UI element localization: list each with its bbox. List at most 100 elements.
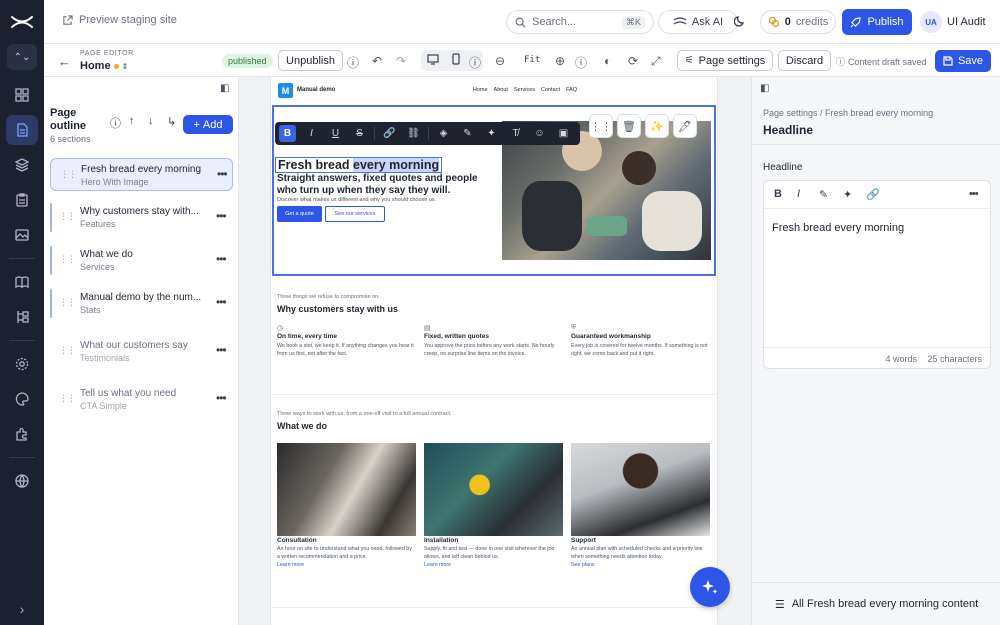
unlink-icon[interactable]: ⛓ xyxy=(405,125,422,142)
feature-item[interactable]: ▤ Fixed, written quotes You approve the … xyxy=(424,324,564,358)
drag-handle-icon[interactable]: ⋮⋮ xyxy=(59,254,76,265)
plugins-icon[interactable] xyxy=(6,419,38,449)
back-arrow-icon[interactable]: ← xyxy=(58,54,71,69)
ask-ai-button[interactable]: Ask AI xyxy=(658,10,738,34)
workspace-switcher-icon[interactable]: ⌃⌄ xyxy=(7,44,37,70)
italic-icon[interactable]: I xyxy=(797,188,800,200)
features-section[interactable]: Three things we refuse to compromise on.… xyxy=(277,294,398,314)
ai-assistant-button[interactable] xyxy=(690,567,730,607)
link-icon[interactable]: 🔗 xyxy=(381,125,398,142)
app-logo-icon[interactable] xyxy=(0,0,44,44)
more-options-icon[interactable]: ••• xyxy=(216,343,227,357)
zoom-out-icon[interactable]: ⊖ xyxy=(495,54,505,68)
underline-icon[interactable]: U xyxy=(327,125,344,142)
delete-block-icon[interactable]: 🗑 xyxy=(617,114,641,138)
sparkle-icon[interactable]: ✦ xyxy=(483,125,500,142)
move-up-icon[interactable]: ↑ xyxy=(129,115,135,127)
drag-handle-icon[interactable]: ⋮⋮ xyxy=(59,345,76,356)
globe-icon[interactable] xyxy=(6,466,38,496)
search-input[interactable]: Search... ⌘K xyxy=(506,10,654,34)
clear-format-icon[interactable]: T̸ xyxy=(507,125,524,142)
ai-magic-icon[interactable]: ✨ xyxy=(645,114,669,138)
service-link[interactable]: Learn more xyxy=(424,562,563,568)
highlight-icon[interactable]: ✎ xyxy=(819,188,828,201)
palette-icon[interactable] xyxy=(6,384,38,414)
service-card[interactable]: Support An annual plan with scheduled ch… xyxy=(571,443,710,568)
media-icon[interactable] xyxy=(6,220,38,250)
forms-icon[interactable] xyxy=(6,185,38,215)
site-name[interactable]: Manual demo xyxy=(297,87,335,93)
drag-handle-icon[interactable]: ⋮⋮ xyxy=(59,211,76,222)
link-icon[interactable]: 🔗 xyxy=(866,188,880,201)
headline-input[interactable]: Fresh bread every morning xyxy=(772,222,904,234)
outline-item-cta[interactable]: ⋮⋮ Tell us what you need CTA Simple ••• xyxy=(50,383,233,416)
pages-icon[interactable] xyxy=(6,115,38,145)
zoom-help-icon[interactable]: ⓘ xyxy=(575,54,587,71)
sparkle-icon[interactable]: ✦ xyxy=(843,188,852,201)
zoom-level[interactable]: Fit xyxy=(524,55,540,65)
unpublish-button[interactable]: Unpublish xyxy=(278,50,343,71)
site-nav-faq[interactable]: FAQ xyxy=(566,87,577,93)
undo-icon[interactable]: ↶ xyxy=(372,54,382,68)
move-down-icon[interactable]: ↓ xyxy=(148,115,154,127)
service-link[interactable]: Learn more xyxy=(277,562,416,568)
feature-item[interactable]: ◷ On time, every time We book a slot, we… xyxy=(277,324,417,358)
all-content-link[interactable]: ☰ All Fresh bread every morning content xyxy=(752,582,1000,625)
drag-handle-icon[interactable]: ⋮⋮ xyxy=(59,297,76,308)
collapse-inspector-icon[interactable]: ◧ xyxy=(760,83,769,94)
fullscreen-icon[interactable]: ⤢ xyxy=(651,54,661,69)
preview-staging-link[interactable]: Preview staging site xyxy=(62,14,177,26)
get-quote-button[interactable]: Get a quote xyxy=(277,206,322,222)
drag-handle-icon[interactable]: ⋮⋮ xyxy=(60,169,77,180)
more-options-icon[interactable]: ••• xyxy=(969,188,979,200)
service-link[interactable]: See plans xyxy=(571,562,710,568)
services-section[interactable]: Three ways to work with us, from a one-o… xyxy=(277,411,451,431)
outline-item-hero[interactable]: ⋮⋮ Fresh bread every morning Hero With I… xyxy=(50,158,233,191)
avatar[interactable]: UA xyxy=(920,11,942,33)
more-options-icon[interactable]: ••• xyxy=(216,252,227,266)
site-logo[interactable]: M xyxy=(278,83,293,98)
hero-subheadline[interactable]: Straight answers, fixed quotes and peopl… xyxy=(277,173,492,196)
service-card[interactable]: Installation Supply, fit and test — done… xyxy=(424,443,563,568)
drag-handle-icon[interactable]: ⋮⋮ xyxy=(59,393,76,404)
outline-help-icon[interactable]: ⓘ xyxy=(110,115,121,131)
bold-icon[interactable]: B xyxy=(279,125,296,142)
site-nav-contact[interactable]: Contact xyxy=(541,87,560,93)
desktop-view-icon[interactable] xyxy=(427,53,439,68)
edit-link-icon[interactable]: 🖊 xyxy=(673,114,697,138)
page-selector[interactable]: Home ⇕ xyxy=(80,60,128,72)
publish-button[interactable]: Publish xyxy=(842,9,912,35)
bold-icon[interactable]: B xyxy=(774,188,782,200)
structure-icon[interactable] xyxy=(6,302,38,332)
outline-item-testimonials[interactable]: ⋮⋮ What our customers say Testimonials •… xyxy=(50,335,233,368)
headline-editor[interactable]: B I ✎ ✦ 🔗 ••• Fresh bread every morning … xyxy=(763,180,991,369)
drag-block-icon[interactable]: ⋮⋮ xyxy=(589,114,613,138)
dark-mode-toggle-icon[interactable] xyxy=(733,15,746,30)
breadcrumb[interactable]: Page settings / Fresh bread every mornin… xyxy=(763,108,933,118)
settings-gear-icon[interactable] xyxy=(6,349,38,379)
strikethrough-icon[interactable]: S xyxy=(351,125,368,142)
refresh-icon[interactable]: ⟳ xyxy=(628,54,638,68)
save-button[interactable]: Save xyxy=(935,50,991,72)
highlight-icon[interactable]: ✎ xyxy=(459,125,476,142)
outline-item-features[interactable]: ⋮⋮ Why customers stay with... Features •… xyxy=(50,201,233,234)
theme-preview-icon[interactable]: ◐ xyxy=(604,54,611,68)
outline-item-stats[interactable]: ⋮⋮ Manual demo by the num... Stats ••• xyxy=(50,287,233,320)
see-services-button[interactable]: See our services xyxy=(325,206,385,222)
italic-icon[interactable]: I xyxy=(303,125,320,142)
site-nav-services[interactable]: Services xyxy=(514,87,535,93)
more-options-icon[interactable]: ••• xyxy=(216,209,227,223)
more-options-icon[interactable]: ••• xyxy=(216,391,227,405)
more-options-icon[interactable]: ••• xyxy=(217,167,228,181)
discard-button[interactable]: Discard xyxy=(778,50,831,71)
mobile-view-icon[interactable] xyxy=(450,53,462,68)
feature-item[interactable]: ⛨ Guaranteed workmanship Every job is co… xyxy=(571,324,711,358)
docs-icon[interactable] xyxy=(6,267,38,297)
credits-button[interactable]: 0 credits xyxy=(760,10,836,34)
zoom-in-icon[interactable]: ⊕ xyxy=(555,54,565,68)
site-nav-home[interactable]: Home xyxy=(473,87,488,93)
user-name[interactable]: UI Audit xyxy=(947,16,986,28)
site-nav-about[interactable]: About xyxy=(494,87,508,93)
layers-icon[interactable] xyxy=(6,150,38,180)
hero-description[interactable]: Discover what makes us different and why… xyxy=(277,197,436,203)
